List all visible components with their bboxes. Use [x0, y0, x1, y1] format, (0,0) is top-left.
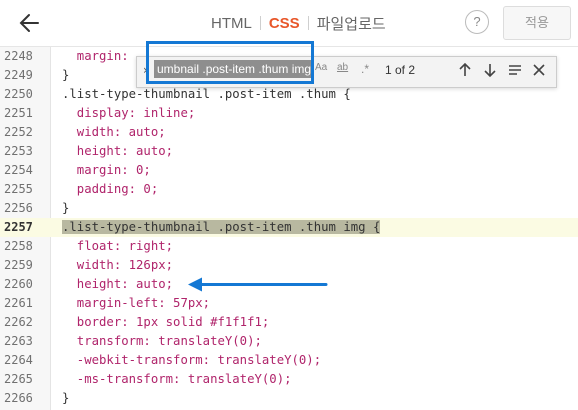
previous-match-icon[interactable]	[455, 60, 475, 80]
regex-toggle[interactable]: .*	[361, 62, 369, 76]
line-number: 2248	[4, 49, 33, 63]
code-text: padding: 0;	[62, 182, 159, 196]
line-number: 2251	[4, 106, 33, 120]
line-number: 2266	[4, 391, 33, 405]
code-text: .list-type-thumbnail .post-item .thum im…	[62, 218, 381, 237]
annotation-arrow-icon	[188, 277, 328, 292]
match-count: 1 of 2	[385, 63, 416, 77]
code-line: 2264 -webkit-transform: translateY(0);	[0, 351, 578, 370]
tab-html[interactable]: HTML	[203, 15, 260, 32]
code-line: 2265 -ms-transform: translateY(0);	[0, 370, 578, 389]
line-number: 2249	[4, 68, 33, 82]
code-line: 2259 width: 126px;	[0, 256, 578, 275]
code-line: 2254 margin: 0;	[0, 161, 578, 180]
code-text: -webkit-transform: translateY(0);	[62, 353, 322, 367]
line-number: 2256	[4, 201, 33, 215]
code-text: height: auto;	[62, 277, 174, 291]
line-number: 2262	[4, 315, 33, 329]
code-text: margin-left: 57px;	[62, 296, 211, 310]
code-text: }	[62, 68, 70, 82]
code-line: 2266 }	[0, 389, 578, 408]
code-line: 2253 height: auto;	[0, 142, 578, 161]
code-text: }	[62, 391, 70, 405]
code-line: 2263 transform: translateY(0);	[0, 332, 578, 351]
chevron-right-icon[interactable]: ›	[143, 63, 148, 77]
code-line: 2252 width: auto;	[0, 123, 578, 142]
code-line: 2261 margin-left: 57px;	[0, 294, 578, 313]
line-number: 2264	[4, 353, 33, 367]
code-text: -ms-transform: translateY(0);	[62, 372, 292, 386]
code-text: margin:	[62, 49, 137, 63]
tab-file-upload[interactable]: 파일업로드	[309, 13, 394, 34]
line-number: 2261	[4, 296, 33, 310]
code-line: 2251 display: inline;	[0, 104, 578, 123]
code-line: 2255 padding: 0;	[0, 180, 578, 199]
line-number: 2257	[4, 220, 33, 234]
code-line: 2262 border: 1px solid #f1f1f1;	[0, 313, 578, 332]
code-line-current: 2257 .list-type-thumbnail .post-item .th…	[0, 218, 578, 237]
apply-button[interactable]: 적용	[503, 6, 571, 40]
code-text: margin: 0;	[62, 163, 151, 177]
line-number: 2254	[4, 163, 33, 177]
line-number: 2250	[4, 87, 33, 101]
tab-css[interactable]: CSS	[261, 15, 308, 32]
line-number: 2265	[4, 372, 33, 386]
close-icon[interactable]	[529, 60, 549, 80]
whole-word-toggle[interactable]: ab	[337, 62, 348, 73]
line-number: 2252	[4, 125, 33, 139]
code-text: transform: translateY(0);	[62, 334, 262, 348]
code-editor[interactable]: 2248 margin: 2249 } 2250 .list-type-thum…	[0, 47, 578, 410]
top-bar: HTML CSS 파일업로드 ? 적용	[0, 0, 578, 47]
line-number: 2253	[4, 144, 33, 158]
help-button[interactable]: ?	[465, 10, 489, 34]
line-number: 2263	[4, 334, 33, 348]
code-text: height: auto;	[62, 144, 174, 158]
line-number: 2260	[4, 277, 33, 291]
line-number: 2258	[4, 239, 33, 253]
search-match-highlight: .list-type-thumbnail .post-item .thum im…	[62, 220, 381, 234]
line-number: 2255	[4, 182, 33, 196]
code-text: display: inline;	[62, 106, 196, 120]
code-line: 2258 float: right;	[0, 237, 578, 256]
line-number: 2259	[4, 258, 33, 272]
back-arrow-icon[interactable]	[18, 9, 46, 37]
code-text: float: right;	[62, 239, 174, 253]
code-text: border: 1px solid #f1f1f1;	[62, 315, 270, 329]
next-match-icon[interactable]	[480, 60, 500, 80]
code-line: 2256 }	[0, 199, 578, 218]
code-text: width: 126px;	[62, 258, 174, 272]
match-case-toggle[interactable]: Aa	[315, 62, 327, 73]
code-text: }	[62, 201, 70, 215]
code-text: width: auto;	[62, 125, 166, 139]
editor-tabs: HTML CSS 파일업로드	[203, 13, 394, 33]
find-in-selection-icon[interactable]	[505, 60, 525, 80]
search-input[interactable]: umbnail .post-item .thum img	[154, 60, 312, 78]
